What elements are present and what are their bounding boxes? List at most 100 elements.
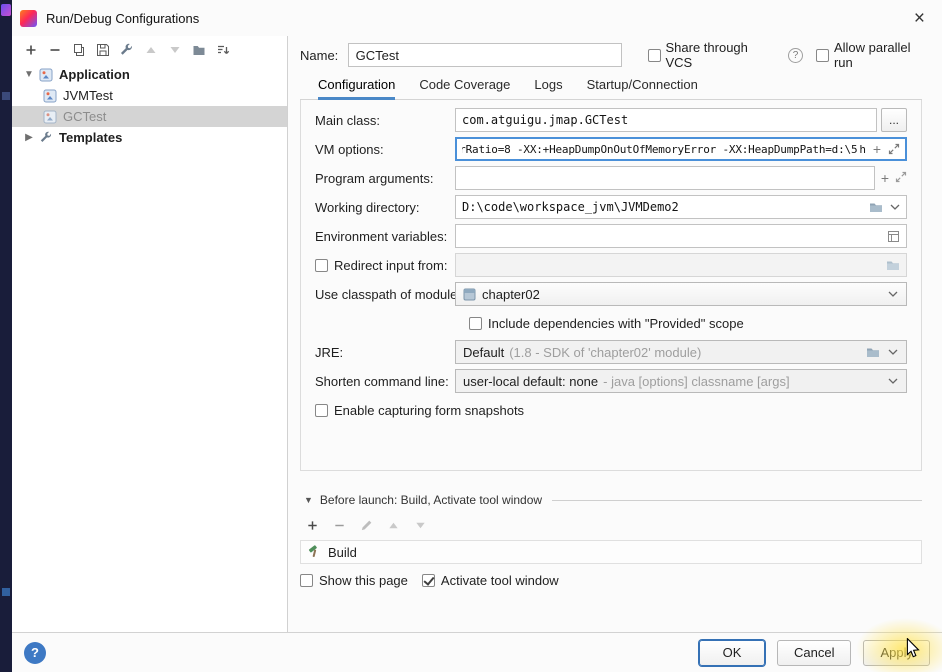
move-up-icon[interactable]	[140, 40, 161, 61]
move-down-icon[interactable]	[164, 40, 185, 61]
folder-icon[interactable]	[869, 201, 883, 214]
share-vcs-group: Share through VCS ?	[647, 40, 803, 70]
move-up-icon[interactable]	[383, 515, 404, 536]
working-directory-value: D:\code\workspace_jvm\JVMDemo2	[462, 200, 679, 214]
use-classpath-value: chapter02	[482, 286, 540, 302]
expand-field-icon[interactable]	[888, 143, 900, 155]
activate-tool-window-checkbox[interactable]	[421, 574, 435, 587]
configurations-tree: ▼ Application JVMTest GCTest ▶ Templates	[12, 64, 287, 148]
edit-icon[interactable]	[356, 515, 377, 536]
tab-logs[interactable]: Logs	[534, 77, 562, 99]
chevron-down-icon[interactable]	[884, 291, 902, 297]
program-arguments-input[interactable]	[455, 166, 875, 190]
divider	[552, 499, 922, 501]
expand-list-icon[interactable]: +	[873, 142, 881, 156]
name-input[interactable]: GCTest	[347, 43, 622, 67]
vm-options-input[interactable]: rRatio=8 -XX:+HeapDumpOnOutOfMemoryError…	[455, 137, 907, 161]
save-configuration-icon[interactable]	[92, 40, 113, 61]
help-button[interactable]: ?	[24, 641, 46, 664]
tab-startup-connection[interactable]: Startup/Connection	[587, 77, 698, 99]
activate-tool-window-group: Activate tool window	[421, 573, 559, 588]
folder-icon[interactable]	[866, 346, 880, 359]
use-classpath-label: Use classpath of module:	[315, 286, 461, 302]
redirect-input-checkbox[interactable]	[315, 258, 328, 272]
share-vcs-checkbox[interactable]	[647, 48, 661, 62]
chevron-right-icon[interactable]: ▶	[20, 132, 38, 143]
collapse-triangle-icon[interactable]: ▼	[304, 495, 313, 505]
edit-templates-icon[interactable]	[116, 40, 137, 61]
move-down-icon[interactable]	[410, 515, 431, 536]
add-icon[interactable]	[20, 40, 41, 61]
tree-item-jvmtest[interactable]: JVMTest	[12, 85, 287, 106]
working-directory-input[interactable]: D:\code\workspace_jvm\JVMDemo2	[455, 195, 907, 219]
tab-code-coverage[interactable]: Code Coverage	[419, 77, 510, 99]
dialog-footer: ? OK Cancel Apply	[12, 632, 942, 672]
sort-configurations-icon[interactable]	[212, 40, 233, 61]
module-icon	[463, 288, 476, 301]
remove-icon[interactable]	[44, 40, 65, 61]
shorten-command-line-combobox[interactable]: user-local default: none - java [options…	[455, 369, 907, 393]
main-class-browse-button[interactable]: ...	[881, 108, 907, 132]
chevron-down-icon[interactable]	[890, 204, 900, 210]
environment-variables-input[interactable]	[455, 224, 907, 248]
allow-parallel-checkbox[interactable]	[815, 48, 829, 62]
chevron-down-icon[interactable]	[884, 378, 902, 384]
task-label: Build	[328, 544, 357, 560]
environment-variables-row: Environment variables:	[315, 224, 907, 248]
dialog-titlebar: Run/Debug Configurations ×	[12, 0, 942, 36]
chevron-down-icon[interactable]	[884, 349, 902, 355]
templates-wrench-icon	[38, 130, 54, 146]
tree-toolbar	[12, 36, 287, 64]
chevron-down-icon[interactable]: ▼	[20, 69, 38, 80]
before-launch-title: Before launch: Build, Activate tool wind…	[319, 493, 543, 507]
before-launch-task-list: Build	[300, 540, 922, 564]
use-classpath-combobox[interactable]: chapter02	[455, 282, 907, 306]
main-class-value: com.atguigu.jmap.GCTest	[462, 113, 629, 127]
expand-list-icon[interactable]: +	[881, 171, 889, 185]
working-directory-row: Working directory: D:\code\workspace_jvm…	[315, 195, 907, 219]
tree-item-application-group[interactable]: ▼ Application	[12, 64, 287, 85]
task-row-build[interactable]: Build	[301, 541, 921, 563]
redirect-input-row: Redirect input from:	[315, 253, 907, 277]
dialog-title: Run/Debug Configurations	[46, 10, 200, 26]
enable-snapshots-checkbox[interactable]	[315, 403, 328, 417]
show-this-page-checkbox[interactable]	[300, 574, 313, 587]
enable-snapshots-label: Enable capturing form snapshots	[334, 402, 525, 418]
enable-snapshots-row: Enable capturing form snapshots	[315, 398, 907, 422]
redirect-input-group: Redirect input from:	[315, 258, 455, 273]
expand-field-icon[interactable]	[895, 171, 907, 186]
environment-variables-label: Environment variables:	[315, 228, 448, 244]
build-hammer-icon	[307, 544, 321, 561]
mouse-cursor	[906, 638, 920, 658]
remove-icon[interactable]	[329, 515, 350, 536]
program-arguments-row: Program arguments: +	[315, 166, 907, 190]
close-icon[interactable]: ×	[909, 8, 930, 29]
tree-item-gctest-selected[interactable]: GCTest	[12, 106, 287, 127]
jre-combobox[interactable]: Default (1.8 - SDK of 'chapter02' module…	[455, 340, 907, 364]
new-folder-icon[interactable]	[188, 40, 209, 61]
allow-parallel-group: Allow parallel run	[815, 40, 932, 70]
tree-item-label: JVMTest	[63, 88, 113, 103]
include-provided-checkbox[interactable]	[469, 316, 482, 330]
redirect-input-label: Redirect input from:	[334, 257, 448, 273]
program-arguments-icons: +	[881, 171, 907, 186]
copy-icon[interactable]	[68, 40, 89, 61]
tree-item-label: Application	[59, 67, 130, 82]
add-icon[interactable]	[302, 515, 323, 536]
browse-variables-icon[interactable]	[887, 230, 900, 243]
tab-configuration[interactable]: Configuration	[318, 77, 396, 100]
share-vcs-help-icon[interactable]: ?	[788, 47, 803, 63]
before-launch-header[interactable]: ▼ Before launch: Build, Activate tool wi…	[304, 493, 922, 507]
cancel-button[interactable]: Cancel	[777, 639, 852, 666]
main-class-input[interactable]: com.atguigu.jmap.GCTest	[455, 108, 877, 132]
include-provided-group: Include dependencies with "Provided" sco…	[469, 316, 744, 331]
tree-item-label: Templates	[59, 130, 123, 145]
ok-button[interactable]: OK	[699, 639, 765, 666]
strip-icon	[2, 588, 10, 596]
application-config-icon	[42, 88, 58, 104]
intellij-logo-icon	[20, 9, 37, 27]
run-debug-configurations-dialog: Run/Debug Configurations × ▼ Application…	[0, 0, 942, 672]
tab-bar: Configuration Code Coverage Logs Startup…	[300, 76, 922, 100]
tree-item-templates[interactable]: ▶ Templates	[12, 127, 287, 148]
include-provided-label: Include dependencies with "Provided" sco…	[488, 315, 744, 331]
